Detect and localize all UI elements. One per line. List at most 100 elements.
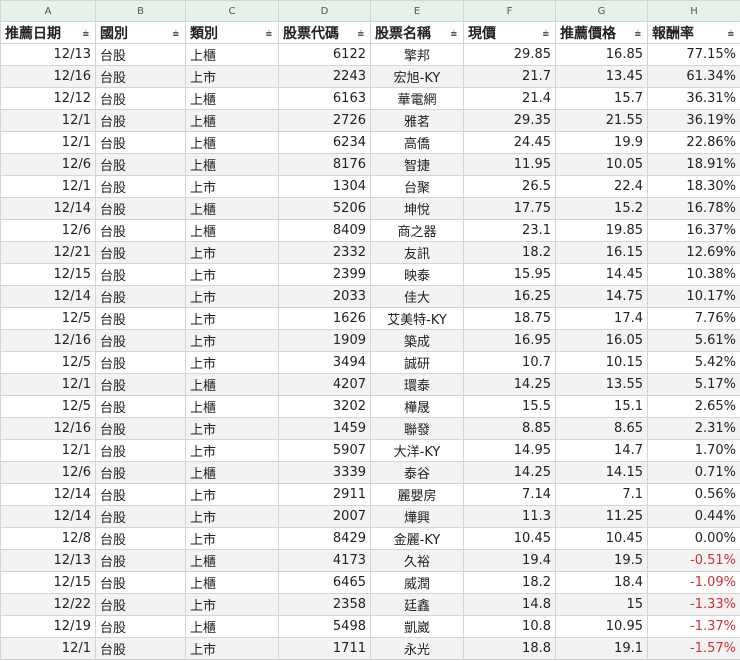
cell[interactable]: 台股	[95, 373, 186, 396]
cell[interactable]: 21.55	[555, 109, 648, 132]
cell[interactable]: 8429	[278, 527, 371, 550]
cell[interactable]: 台股	[95, 65, 186, 88]
cell[interactable]: 17.75	[463, 197, 556, 220]
cell[interactable]: 19.5	[555, 549, 648, 572]
cell[interactable]: 3202	[278, 395, 371, 418]
cell[interactable]: 12/14	[0, 285, 96, 308]
cell[interactable]: 擎邦	[370, 43, 464, 66]
cell[interactable]: 12/13	[0, 43, 96, 66]
cell[interactable]: 0.56%	[647, 483, 740, 506]
cell[interactable]: 29.85	[463, 43, 556, 66]
cell[interactable]: 18.8	[463, 637, 556, 660]
cell[interactable]: 久裕	[370, 549, 464, 572]
cell[interactable]: 上市	[185, 505, 279, 528]
cell[interactable]: -1.57%	[647, 637, 740, 660]
cell[interactable]: 14.25	[463, 373, 556, 396]
column-letter-F[interactable]: F	[463, 0, 556, 22]
cell[interactable]: 61.34%	[647, 65, 740, 88]
cell[interactable]: 12/1	[0, 373, 96, 396]
cell[interactable]: 上櫃	[185, 43, 279, 66]
cell[interactable]: 上市	[185, 175, 279, 198]
filter-icon[interactable]: ⩧	[358, 27, 364, 41]
column-letter-B[interactable]: B	[95, 0, 186, 22]
cell[interactable]: 22.86%	[647, 131, 740, 154]
cell[interactable]: 18.75	[463, 307, 556, 330]
cell[interactable]: 上市	[185, 241, 279, 264]
column-letter-C[interactable]: C	[185, 0, 279, 22]
cell[interactable]: 上櫃	[185, 219, 279, 242]
cell[interactable]: 台股	[95, 329, 186, 352]
cell[interactable]: 21.7	[463, 65, 556, 88]
cell[interactable]: 12/8	[0, 527, 96, 550]
cell[interactable]: 11.3	[463, 505, 556, 528]
cell[interactable]: 2399	[278, 263, 371, 286]
filter-icon[interactable]: ⩧	[83, 27, 89, 41]
column-letter-D[interactable]: D	[278, 0, 371, 22]
cell[interactable]: 12/1	[0, 131, 96, 154]
cell[interactable]: 14.95	[463, 439, 556, 462]
cell[interactable]: 8409	[278, 219, 371, 242]
cell[interactable]: 10.17%	[647, 285, 740, 308]
cell[interactable]: 智捷	[370, 153, 464, 176]
cell[interactable]: 5206	[278, 197, 371, 220]
filter-icon[interactable]: ⩧	[451, 27, 457, 41]
cell[interactable]: 16.78%	[647, 197, 740, 220]
cell[interactable]: 廷鑫	[370, 593, 464, 616]
cell[interactable]: 上櫃	[185, 131, 279, 154]
cell[interactable]: 16.15	[555, 241, 648, 264]
cell[interactable]: 大洋-KY	[370, 439, 464, 462]
cell[interactable]: 16.37%	[647, 219, 740, 242]
cell[interactable]: 36.31%	[647, 87, 740, 110]
cell[interactable]: 77.15%	[647, 43, 740, 66]
cell[interactable]: 7.1	[555, 483, 648, 506]
cell[interactable]: 3494	[278, 351, 371, 374]
cell[interactable]: 18.91%	[647, 153, 740, 176]
cell[interactable]: 台股	[95, 351, 186, 374]
cell[interactable]: 艾美特-KY	[370, 307, 464, 330]
cell[interactable]: 築成	[370, 329, 464, 352]
cell[interactable]: 台股	[95, 43, 186, 66]
cell[interactable]: 5907	[278, 439, 371, 462]
cell[interactable]: 12/5	[0, 351, 96, 374]
cell[interactable]: 15.95	[463, 263, 556, 286]
cell[interactable]: 15	[555, 593, 648, 616]
cell[interactable]: 上市	[185, 329, 279, 352]
cell[interactable]: 12/12	[0, 87, 96, 110]
cell[interactable]: 15.1	[555, 395, 648, 418]
cell[interactable]: 映泰	[370, 263, 464, 286]
cell[interactable]: 12/6	[0, 461, 96, 484]
cell[interactable]: 台聚	[370, 175, 464, 198]
cell[interactable]: 上櫃	[185, 395, 279, 418]
cell[interactable]: 10.7	[463, 351, 556, 374]
cell[interactable]: 8176	[278, 153, 371, 176]
cell[interactable]: 上市	[185, 439, 279, 462]
cell[interactable]: 2007	[278, 505, 371, 528]
cell[interactable]: 台股	[95, 109, 186, 132]
cell[interactable]: 上市	[185, 351, 279, 374]
cell[interactable]: 1909	[278, 329, 371, 352]
cell[interactable]: 0.00%	[647, 527, 740, 550]
cell[interactable]: 凱崴	[370, 615, 464, 638]
cell[interactable]: 宏旭-KY	[370, 65, 464, 88]
cell[interactable]: 10.45	[463, 527, 556, 550]
cell[interactable]: 2911	[278, 483, 371, 506]
cell[interactable]: 泰谷	[370, 461, 464, 484]
cell[interactable]: 19.4	[463, 549, 556, 572]
cell[interactable]: 商之器	[370, 219, 464, 242]
cell[interactable]: 3339	[278, 461, 371, 484]
cell[interactable]: 7.76%	[647, 307, 740, 330]
cell[interactable]: 1304	[278, 175, 371, 198]
cell[interactable]: 上市	[185, 483, 279, 506]
cell[interactable]: 15.2	[555, 197, 648, 220]
cell[interactable]: 2.65%	[647, 395, 740, 418]
cell[interactable]: 誠研	[370, 351, 464, 374]
cell[interactable]: 12/1	[0, 637, 96, 660]
cell[interactable]: 0.44%	[647, 505, 740, 528]
cell[interactable]: 12/1	[0, 109, 96, 132]
cell[interactable]: 18.4	[555, 571, 648, 594]
cell[interactable]: 10.95	[555, 615, 648, 638]
cell[interactable]: 21.4	[463, 87, 556, 110]
cell[interactable]: 12/6	[0, 153, 96, 176]
cell[interactable]: 永光	[370, 637, 464, 660]
cell[interactable]: 14.7	[555, 439, 648, 462]
